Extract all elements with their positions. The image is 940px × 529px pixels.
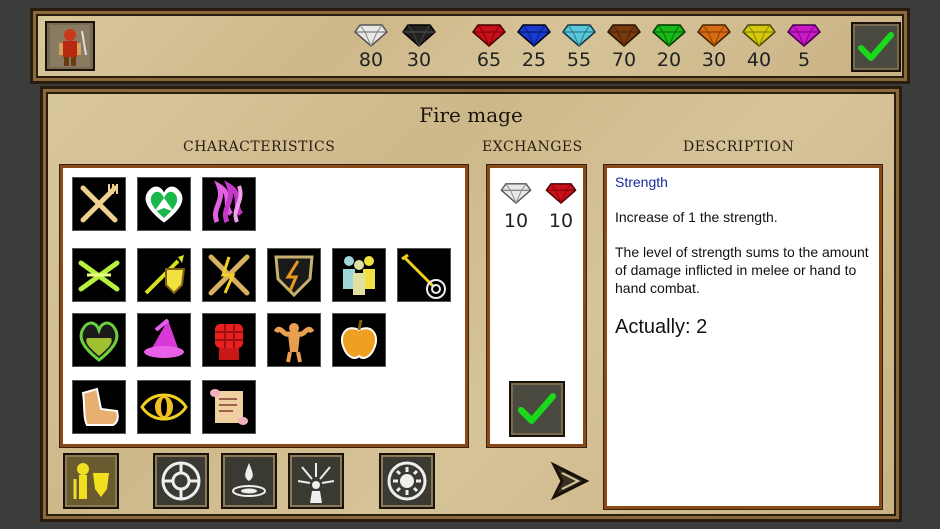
description-line-1: Increase of 1 the strength.	[615, 209, 778, 225]
gem-white-count: 80	[358, 49, 384, 71]
arrow-target-icon[interactable]	[397, 248, 451, 302]
gem-blue: 25	[512, 23, 556, 71]
gem-red: 65	[467, 23, 511, 71]
lightning-shield-icon[interactable]	[267, 248, 321, 302]
red-fist-icon[interactable]	[202, 313, 256, 367]
gem-cyan: 55	[557, 23, 601, 71]
wizard-hat-icon[interactable]	[137, 313, 191, 367]
exchanges-heading: EXCHANGES	[482, 139, 583, 155]
gem-purple-count: 5	[797, 49, 811, 71]
description-title: Strength	[615, 174, 668, 190]
gem-purple: 5	[782, 23, 826, 71]
white-gem-icon	[500, 183, 532, 204]
checkmark-icon	[517, 393, 557, 424]
characteristics-grid	[60, 165, 468, 447]
spell-tab-button[interactable]	[288, 453, 344, 509]
crossed-swords-lightning-icon[interactable]	[202, 248, 256, 302]
equipment-tab-button[interactable]	[63, 453, 119, 509]
knight-shield-icon	[73, 463, 109, 499]
page-title: Fire mage	[419, 103, 523, 127]
boot-icon[interactable]	[72, 380, 126, 434]
exchanges-panel: 10 10	[487, 165, 586, 447]
gem-yellow: 40	[737, 23, 781, 71]
gem-black: 30	[397, 23, 441, 71]
settings-tab-button[interactable]	[379, 453, 435, 509]
green-gem-icon	[652, 24, 686, 47]
description-body: Increase of 1 the strength. The level of…	[615, 208, 873, 314]
gem-blue-count: 25	[521, 49, 547, 71]
orange-gem-icon	[697, 24, 731, 47]
gem-yellow-count: 40	[746, 49, 772, 71]
green-heart-icon[interactable]	[137, 177, 191, 231]
black-gem-icon	[402, 24, 436, 47]
resource-bar: 80 30 65 25 55 70 20 30 40 5	[30, 8, 910, 84]
gem-orange-count: 30	[701, 49, 727, 71]
apple-icon[interactable]	[332, 313, 386, 367]
next-button[interactable]	[548, 459, 592, 503]
description-line-2: The level of strength sums to the amount…	[615, 244, 869, 296]
exchange-confirm-button[interactable]	[509, 381, 565, 437]
exchange-from-amount: 10	[503, 210, 529, 232]
scroll-icon[interactable]	[202, 380, 256, 434]
warrior-portrait-icon	[50, 25, 90, 67]
description-heading: DESCRIPTION	[683, 139, 795, 155]
gem-red-count: 65	[476, 49, 502, 71]
hero-portrait-button[interactable]	[45, 21, 95, 71]
arrow-shield-icon[interactable]	[137, 248, 191, 302]
gem-cyan-count: 55	[566, 49, 592, 71]
character-panel: Fire mage CHARACTERISTICS EXCHANGES DESC…	[40, 86, 902, 522]
water-drop-icon	[232, 463, 266, 497]
burst-figure-icon	[297, 463, 335, 503]
crossed-blades-icon[interactable]	[72, 248, 126, 302]
sun-gear-icon	[387, 461, 427, 501]
eye-icon[interactable]	[137, 380, 191, 434]
gem-orange: 30	[692, 23, 736, 71]
cyan-gem-icon	[562, 24, 596, 47]
gem-white: 80	[349, 23, 393, 71]
heart-potion-icon[interactable]	[72, 313, 126, 367]
white-gem-icon	[354, 24, 388, 47]
blue-gem-icon	[517, 24, 551, 47]
yellow-gem-icon	[742, 24, 776, 47]
actual-value: Actually: 2	[615, 316, 708, 338]
confirm-button[interactable]	[851, 22, 901, 72]
red-gem-icon	[472, 24, 506, 47]
purple-flame-icon[interactable]	[202, 177, 256, 231]
crossed-swords-fork-icon[interactable]	[72, 177, 126, 231]
gem-green-count: 20	[656, 49, 682, 71]
group-icon[interactable]	[332, 248, 386, 302]
gem-brown-count: 70	[611, 49, 637, 71]
gem-black-count: 30	[406, 49, 432, 71]
characteristics-heading: CHARACTERISTICS	[183, 139, 336, 155]
strongman-icon[interactable]	[267, 313, 321, 367]
compass-wheel-icon	[161, 461, 201, 501]
gem-brown: 70	[602, 23, 646, 71]
red-gem-icon	[545, 183, 577, 204]
water-tab-button[interactable]	[221, 453, 277, 509]
gem-green: 20	[647, 23, 691, 71]
exchange-to-amount: 10	[548, 210, 574, 232]
checkmark-icon	[858, 32, 894, 61]
purple-gem-icon	[787, 24, 821, 47]
compass-tab-button[interactable]	[153, 453, 209, 509]
brown-gem-icon	[607, 24, 641, 47]
description-panel: Strength Increase of 1 the strength. The…	[604, 165, 882, 509]
next-arrow-icon	[550, 461, 590, 501]
